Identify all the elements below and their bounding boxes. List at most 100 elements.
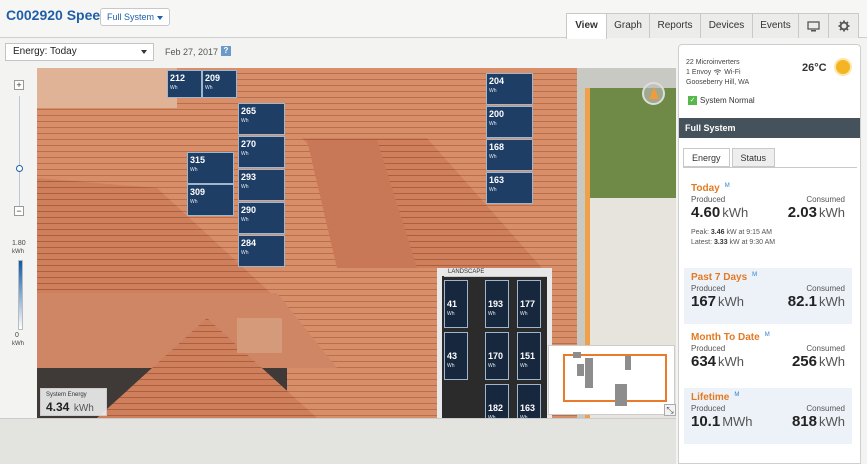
peak-line: Peak: 3.46 kW at 9:15 AM xyxy=(691,229,772,236)
consumed-value: 256 xyxy=(791,353,817,370)
consumed-label: Consumed xyxy=(806,284,845,293)
minimap-panel-block xyxy=(585,358,593,388)
stat-title: Today xyxy=(691,183,720,194)
produced-value: 10.1 xyxy=(691,413,721,430)
microinverter-panel[interactable]: 151 Wh xyxy=(517,332,541,380)
stat-lifetime: Lifetime M Produced Consumed 10.1 MWh 818 k… xyxy=(684,388,852,444)
tab-view[interactable]: View xyxy=(566,13,607,39)
help-icon[interactable]: ? xyxy=(221,46,231,56)
consumed-value: 818 xyxy=(791,413,817,430)
wifi-icon xyxy=(714,69,722,75)
microinverter-panel[interactable]: 212 Wh xyxy=(167,70,202,98)
microinverter-panel[interactable]: 265 Wh xyxy=(238,103,285,135)
produced-value: 4.60 xyxy=(691,204,721,221)
zoom-in-button[interactable]: + xyxy=(14,80,24,90)
microinverter-panel[interactable]: 284 Wh xyxy=(238,235,285,267)
date-label: Feb 27, 2017 xyxy=(165,47,219,57)
monitor-icon xyxy=(807,20,820,31)
tab-graph[interactable]: Graph xyxy=(606,13,650,38)
meter-badge: M xyxy=(724,183,730,189)
system-energy-box: System Energy 4.34 kWh xyxy=(40,388,107,416)
minimap-panel-block xyxy=(625,356,631,370)
site-scope-label: Full System xyxy=(107,12,155,22)
microinverter-panel[interactable]: 163 Wh xyxy=(486,172,533,204)
scale-min-unit: kWh xyxy=(12,341,24,347)
site-location: Gooseberry Hill, WA xyxy=(686,79,750,86)
microinverter-panel[interactable]: 209 Wh xyxy=(202,70,237,98)
produced-label: Produced xyxy=(691,344,726,353)
tab-divider xyxy=(683,167,857,168)
sun-icon xyxy=(836,60,850,74)
system-summary-panel: 22 Microinverters 1 Envoy Wi-Fi Gooseber… xyxy=(678,44,861,464)
system-energy-value: 4.34 xyxy=(46,400,70,414)
scale-max-label: 1.80 xyxy=(12,240,26,247)
site-scope-dropdown[interactable]: Full System xyxy=(100,8,171,26)
stat-title: Past 7 Days xyxy=(691,272,748,283)
tab-devices[interactable]: Devices xyxy=(700,13,753,38)
microinverter-panel[interactable]: 309 Wh xyxy=(187,184,234,216)
tab-status[interactable]: Status xyxy=(731,148,776,167)
consumed-unit: kWh xyxy=(819,354,845,369)
microinverter-panel[interactable]: 163 Wh xyxy=(517,384,541,418)
system-status: ✓ System Normal xyxy=(688,96,755,106)
microinverter-panel[interactable]: 204 Wh xyxy=(486,73,533,105)
stat-past-7-days: Past 7 Days M Produced Consumed 167 kWh 82… xyxy=(684,268,852,324)
microinverter-panel[interactable]: 270 Wh xyxy=(238,136,285,168)
tab-energy[interactable]: Energy xyxy=(683,148,730,167)
consumed-label: Consumed xyxy=(806,195,845,204)
zoom-and-scale: + − 1.80 kWh 0 kWh xyxy=(0,68,37,418)
microinverter-panel[interactable]: 315 Wh xyxy=(187,152,234,184)
enlighten-system-view: C002920 Speer Full System View Graph Rep… xyxy=(0,0,867,464)
header: C002920 Speer Full System View Graph Rep… xyxy=(0,0,867,39)
microinverter-panel[interactable]: 193 Wh xyxy=(485,280,509,328)
microinverter-panel[interactable]: 290 Wh xyxy=(238,202,285,234)
zoom-slider-handle[interactable] xyxy=(16,165,23,172)
chevron-down-icon xyxy=(141,50,147,54)
energy-period-select[interactable]: Energy: Today xyxy=(5,43,154,61)
consumed-value: 2.03 xyxy=(787,204,817,221)
meter-badge: M xyxy=(734,392,740,398)
check-icon: ✓ xyxy=(688,96,697,106)
microinverter-panel[interactable]: 200 Wh xyxy=(486,106,533,138)
system-status-text: System Normal xyxy=(700,96,755,105)
compass-icon[interactable] xyxy=(642,82,665,105)
tab-settings[interactable] xyxy=(828,13,859,38)
microinverter-panel[interactable]: 182 Wh xyxy=(485,384,509,418)
produced-value: 634 xyxy=(691,353,717,370)
array-map[interactable]: 212 Wh 209 Wh 265 Wh 270 Wh 293 Wh 290 Wh 284 W… xyxy=(37,68,676,418)
microinverter-panel[interactable]: 168 Wh xyxy=(486,139,533,171)
stat-month-to-date: Month To Date M Produced Consumed 634 kWh … xyxy=(684,328,852,384)
tab-events[interactable]: Events xyxy=(752,13,799,38)
produced-unit: MWh xyxy=(722,414,753,429)
microinverter-panel[interactable]: 177 Wh xyxy=(517,280,541,328)
footer-band xyxy=(0,418,676,464)
microinverter-panel[interactable]: 293 Wh xyxy=(238,169,285,201)
minimap-panel-block xyxy=(577,364,584,376)
system-energy-label: System Energy xyxy=(46,392,87,398)
envoy-count: 1 Envoy xyxy=(686,69,712,76)
north-arrow-icon xyxy=(649,87,659,99)
zoom-out-button[interactable]: − xyxy=(14,206,24,216)
minimap-panel-block xyxy=(573,352,581,358)
microinverter-count: 22 Microinverters xyxy=(686,59,740,66)
microinverter-panel[interactable]: 170 Wh xyxy=(485,332,509,380)
site-title[interactable]: C002920 Speer xyxy=(6,7,106,23)
stat-title: Month To Date xyxy=(691,332,760,343)
microinverter-panel[interactable]: 41 Wh xyxy=(444,280,468,328)
system-energy-unit: kWh xyxy=(73,403,94,414)
consumed-value: 82.1 xyxy=(787,293,817,310)
gear-icon xyxy=(838,20,849,32)
consumed-unit: kWh xyxy=(819,414,845,429)
connection-type: Wi-Fi xyxy=(724,69,741,76)
tab-reports[interactable]: Reports xyxy=(649,13,701,38)
stat-title: Lifetime xyxy=(691,392,730,403)
microinverter-panel[interactable]: 43 Wh xyxy=(444,332,468,380)
array-minimap[interactable] xyxy=(548,345,675,415)
produced-unit: kWh xyxy=(718,294,745,309)
zoom-slider-track[interactable] xyxy=(19,96,20,208)
produced-label: Produced xyxy=(691,284,726,293)
tab-monitor[interactable] xyxy=(798,13,829,38)
chevron-down-icon xyxy=(157,15,164,20)
scale-min-label: 0 xyxy=(15,332,19,339)
expand-icon[interactable]: ⤡ xyxy=(664,404,676,416)
